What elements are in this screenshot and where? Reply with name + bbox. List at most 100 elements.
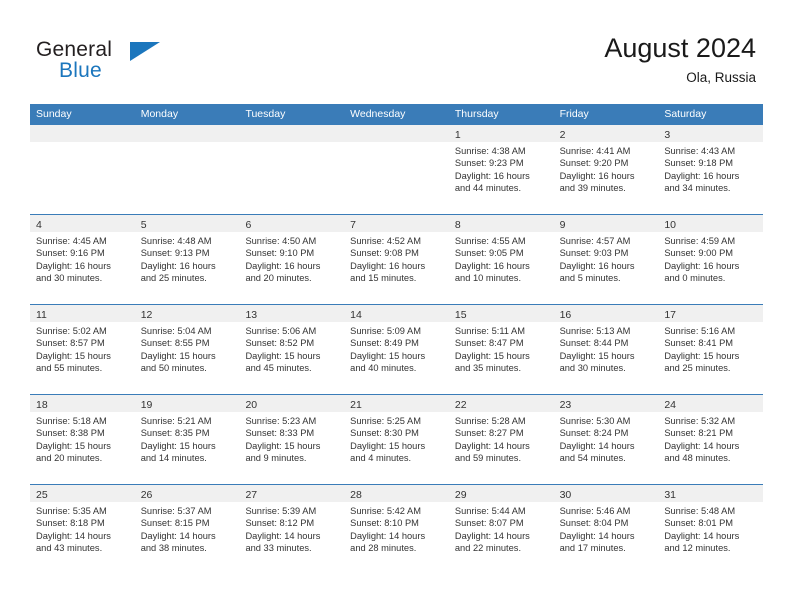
sunrise-text: Sunrise: 4:48 AM [140, 236, 212, 246]
calendar-day-cell-empty [344, 125, 449, 214]
day-number: 24 [664, 399, 676, 411]
daylight-text-line2: and 10 minutes. [454, 272, 522, 283]
day-info: Sunrise: 5:21 AM Sunset: 8:35 PM Daylight:… [135, 412, 240, 464]
calendar-day-cell[interactable]: 31 Sunrise: 5:48 AM Sunset: 8:01 PM Dayligh… [658, 485, 764, 574]
sunrise-text: Sunrise: 4:50 AM [245, 236, 317, 246]
sunrise-text: Sunrise: 5:28 AM [454, 416, 526, 426]
daylight-text-line1: Daylight: 15 hours [350, 440, 426, 451]
calendar-day-cell[interactable]: 7 Sunrise: 4:52 AM Sunset: 9:08 PM Daylight… [344, 215, 449, 304]
weekday-header-friday: Friday [559, 108, 589, 120]
day-number: 3 [664, 129, 671, 141]
day-number: 21 [350, 399, 362, 411]
calendar-day-cell[interactable]: 11 Sunrise: 5:02 AM Sunset: 8:57 PM Dayligh… [30, 305, 135, 394]
brand-name-blue: Blue [59, 59, 102, 82]
day-info: Sunrise: 4:48 AM Sunset: 9:13 PM Daylight:… [135, 232, 240, 284]
daylight-text-line1: Daylight: 14 hours [350, 530, 426, 541]
sunrise-text: Sunrise: 5:35 AM [36, 506, 107, 516]
daylight-text-line2: and 25 minutes. [140, 272, 207, 283]
calendar-day-cell[interactable]: 25 Sunrise: 5:35 AM Sunset: 8:18 PM Dayligh… [30, 485, 135, 574]
sunset-text: Sunset: 9:13 PM [140, 248, 210, 259]
calendar-day-cell[interactable]: 17 Sunrise: 5:16 AM Sunset: 8:41 PM Dayligh… [658, 305, 764, 394]
daylight-text-line2: and 20 minutes. [36, 452, 103, 463]
calendar-day-cell[interactable]: 9 Sunrise: 4:57 AM Sunset: 9:03 PM Daylight… [553, 215, 659, 304]
day-number-band [239, 125, 345, 142]
day-info: Sunrise: 5:09 AM Sunset: 8:49 PM Daylight:… [344, 322, 449, 374]
day-number-band: 3 [658, 125, 764, 142]
sunset-text: Sunset: 8:55 PM [140, 338, 210, 349]
sunrise-text: Sunrise: 4:59 AM [664, 236, 736, 246]
day-info: Sunrise: 5:06 AM Sunset: 8:52 PM Daylight:… [239, 322, 344, 374]
sunset-text: Sunset: 9:23 PM [454, 158, 524, 169]
calendar-day-cell[interactable]: 6 Sunrise: 4:50 AM Sunset: 9:10 PM Daylight… [239, 215, 345, 304]
sunset-text: Sunset: 8:30 PM [350, 428, 419, 439]
calendar-day-cell[interactable]: 1 Sunrise: 4:38 AM Sunset: 9:23 PM Daylight… [448, 125, 554, 214]
calendar-day-cell-empty [134, 125, 240, 214]
sunrise-text: Sunrise: 5:37 AM [140, 506, 212, 516]
calendar-day-cell[interactable]: 22 Sunrise: 5:28 AM Sunset: 8:27 PM Dayligh… [448, 395, 554, 484]
day-number: 27 [245, 489, 258, 501]
day-info: Sunrise: 5:13 AM Sunset: 8:44 PM Daylight:… [554, 322, 659, 374]
brand-logo[interactable]: General Blue [36, 38, 216, 86]
sunset-text: Sunset: 9:18 PM [664, 158, 734, 169]
day-number: 31 [664, 489, 676, 501]
day-number: 19 [140, 399, 153, 411]
calendar-day-cell[interactable]: 3 Sunrise: 4:43 AM Sunset: 9:18 PM Daylight… [658, 125, 764, 214]
daylight-text-line2: and 40 minutes. [350, 362, 417, 373]
day-number: 22 [454, 399, 467, 411]
daylight-text-line1: Daylight: 15 hours [140, 350, 216, 361]
sunrise-text: Sunrise: 5:11 AM [454, 326, 525, 336]
daylight-text-line1: Daylight: 16 hours [664, 260, 740, 271]
daylight-text-line1: Daylight: 15 hours [559, 350, 635, 361]
sunset-text: Sunset: 8:57 PM [36, 338, 105, 349]
calendar-day-cell[interactable]: 28 Sunrise: 5:42 AM Sunset: 8:10 PM Dayligh… [344, 485, 449, 574]
calendar-day-cell[interactable]: 8 Sunrise: 4:55 AM Sunset: 9:05 PM Daylight… [448, 215, 554, 304]
calendar-day-cell[interactable]: 20 Sunrise: 5:23 AM Sunset: 8:33 PM Dayligh… [239, 395, 345, 484]
daylight-text-line2: and 44 minutes. [454, 182, 522, 193]
day-info: Sunrise: 5:32 AM Sunset: 8:21 PM Daylight:… [658, 412, 763, 464]
calendar-day-cell[interactable]: 13 Sunrise: 5:06 AM Sunset: 8:52 PM Dayligh… [239, 305, 345, 394]
daylight-text-line1: Daylight: 15 hours [36, 350, 111, 361]
page-title: August 2024 [604, 33, 756, 63]
calendar-day-cell[interactable]: 18 Sunrise: 5:18 AM Sunset: 8:38 PM Dayligh… [30, 395, 135, 484]
daylight-text-line2: and 4 minutes. [350, 452, 412, 463]
calendar-day-cell[interactable]: 5 Sunrise: 4:48 AM Sunset: 9:13 PM Daylight… [134, 215, 240, 304]
daylight-text-line1: Daylight: 14 hours [36, 530, 111, 541]
daylight-text-line2: and 30 minutes. [559, 362, 626, 373]
calendar-day-cell[interactable]: 19 Sunrise: 5:21 AM Sunset: 8:35 PM Dayligh… [134, 395, 240, 484]
day-number: 5 [140, 219, 147, 231]
day-number-band: 14 [344, 305, 449, 322]
calendar-day-cell[interactable]: 26 Sunrise: 5:37 AM Sunset: 8:15 PM Dayligh… [134, 485, 240, 574]
sunrise-text: Sunrise: 5:30 AM [559, 416, 631, 426]
calendar-day-cell[interactable]: 30 Sunrise: 5:46 AM Sunset: 8:04 PM Dayligh… [553, 485, 659, 574]
day-info: Sunrise: 5:16 AM Sunset: 8:41 PM Daylight:… [658, 322, 763, 374]
calendar-day-cell[interactable]: 16 Sunrise: 5:13 AM Sunset: 8:44 PM Dayligh… [553, 305, 659, 394]
sunset-text: Sunset: 8:24 PM [559, 428, 629, 439]
sunrise-text: Sunrise: 4:45 AM [36, 236, 107, 246]
day-number: 30 [559, 489, 572, 501]
sunrise-text: Sunrise: 4:55 AM [454, 236, 526, 246]
daylight-text-line1: Daylight: 14 hours [245, 530, 321, 541]
brand-flag-icon [130, 42, 160, 61]
sunset-text: Sunset: 8:35 PM [140, 428, 210, 439]
daylight-text-line2: and 22 minutes. [454, 542, 522, 553]
calendar-day-cell[interactable]: 15 Sunrise: 5:11 AM Sunset: 8:47 PM Dayligh… [448, 305, 554, 394]
sunrise-text: Sunrise: 5:21 AM [140, 416, 212, 426]
calendar-day-cell[interactable]: 23 Sunrise: 5:30 AM Sunset: 8:24 PM Dayligh… [553, 395, 659, 484]
calendar-day-cell[interactable]: 24 Sunrise: 5:32 AM Sunset: 8:21 PM Dayligh… [658, 395, 764, 484]
day-number: 25 [36, 489, 48, 501]
calendar-day-cell[interactable]: 10 Sunrise: 4:59 AM Sunset: 9:00 PM Dayligh… [658, 215, 764, 304]
daylight-text-line2: and 38 minutes. [140, 542, 207, 553]
calendar-day-cell[interactable]: 4 Sunrise: 4:45 AM Sunset: 9:16 PM Daylight… [30, 215, 135, 304]
sunrise-text: Sunrise: 4:57 AM [559, 236, 631, 246]
day-number-band: 23 [553, 395, 659, 412]
sunset-text: Sunset: 9:16 PM [36, 248, 105, 259]
day-info: Sunrise: 5:35 AM Sunset: 8:18 PM Daylight:… [30, 502, 135, 554]
calendar-day-cell[interactable]: 21 Sunrise: 5:25 AM Sunset: 8:30 PM Dayligh… [344, 395, 449, 484]
calendar-day-cell[interactable]: 29 Sunrise: 5:44 AM Sunset: 8:07 PM Dayligh… [448, 485, 554, 574]
calendar-day-cell[interactable]: 27 Sunrise: 5:39 AM Sunset: 8:12 PM Dayligh… [239, 485, 345, 574]
calendar-day-cell[interactable]: 14 Sunrise: 5:09 AM Sunset: 8:49 PM Dayligh… [344, 305, 449, 394]
calendar-day-cell[interactable]: 12 Sunrise: 5:04 AM Sunset: 8:55 PM Dayligh… [134, 305, 240, 394]
calendar-day-cell[interactable]: 2 Sunrise: 4:41 AM Sunset: 9:20 PM Daylight… [553, 125, 659, 214]
day-number-band: 6 [239, 215, 345, 232]
sunset-text: Sunset: 8:27 PM [454, 428, 524, 439]
